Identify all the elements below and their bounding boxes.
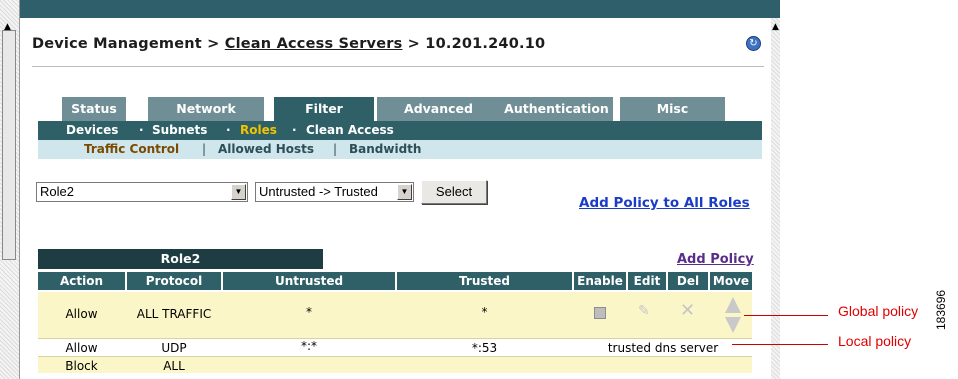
- direction-select-value: Untrusted -> Trusted: [259, 184, 378, 199]
- breadcrumb-link-clean-access-servers[interactable]: Clean Access Servers: [225, 36, 403, 52]
- subnav-item-traffic-control[interactable]: Traffic Control: [84, 142, 179, 156]
- add-policy-to-all-roles-link[interactable]: Add Policy to All Roles: [579, 195, 750, 211]
- column-header-untrusted: Untrusted: [223, 272, 395, 290]
- subnav-item-allowed-hosts[interactable]: Allowed Hosts: [218, 142, 314, 156]
- cell-description: trusted dns server: [607, 341, 719, 355]
- cell-trusted: *: [481, 305, 488, 319]
- divider: [32, 66, 764, 67]
- direction-select[interactable]: Untrusted -> Trusted ▼: [255, 182, 414, 202]
- left-scrollbar-thumb[interactable]: [2, 30, 16, 260]
- global-policy-callout-line: [744, 315, 828, 316]
- window-top-bar: [20, 0, 780, 18]
- tab-network[interactable]: Network: [148, 97, 264, 121]
- column-header-protocol: Protocol: [127, 272, 221, 290]
- subnav-item-clean-access[interactable]: Clean Access: [306, 123, 394, 137]
- subnav-separator: |: [202, 142, 207, 156]
- column-header-move: Move: [710, 272, 752, 290]
- cell-trusted: *:53: [471, 341, 498, 355]
- add-policy-link[interactable]: Add Policy: [677, 252, 754, 267]
- cell-action: Block: [65, 359, 98, 373]
- cell-untrusted: *: [306, 305, 312, 319]
- tab-status[interactable]: Status: [62, 97, 126, 121]
- subnav-separator: |: [333, 142, 338, 156]
- edit-icon[interactable]: ✎: [638, 303, 650, 319]
- scroll-up-arrow-icon[interactable]: ▲: [4, 22, 11, 32]
- delete-icon[interactable]: ✕: [680, 300, 695, 321]
- subnav-separator: ·: [292, 123, 297, 137]
- column-header-enable: Enable: [574, 272, 626, 290]
- move-arrows-icon[interactable]: [724, 296, 742, 334]
- role-table-title: Role2: [38, 249, 323, 269]
- select-button[interactable]: Select: [421, 180, 487, 204]
- cell-action: Allow: [65, 307, 98, 321]
- right-scrollbar[interactable]: [771, 18, 780, 379]
- cell-untrusted: *:*: [300, 339, 318, 353]
- breadcrumb-separator: >: [201, 36, 225, 52]
- cell-action: Allow: [65, 341, 98, 355]
- breadcrumb-separator: >: [402, 36, 426, 52]
- tab-advanced[interactable]: Advanced: [377, 97, 500, 121]
- chevron-down-icon[interactable]: ▼: [397, 184, 412, 200]
- column-header-trusted: Trusted: [397, 272, 572, 290]
- refresh-icon[interactable]: ↻: [746, 36, 761, 51]
- column-header-del: Del: [668, 272, 708, 290]
- breadcrumb: Device Management > Clean Access Servers…: [32, 36, 545, 52]
- cell-protocol: ALL TRAFFIC: [136, 307, 212, 321]
- column-header-action: Action: [38, 272, 125, 290]
- subnav-item-devices[interactable]: Devices: [66, 123, 118, 137]
- role-select-value: Role2: [40, 184, 74, 199]
- subnav-bar: [38, 121, 762, 140]
- column-header-edit: Edit: [628, 272, 666, 290]
- tab-filter[interactable]: Filter: [274, 97, 374, 121]
- cell-protocol: ALL: [163, 359, 185, 373]
- tab-misc[interactable]: Misc: [620, 97, 725, 121]
- cell-protocol: UDP: [161, 341, 187, 355]
- subnav-item-subnets[interactable]: Subnets: [152, 123, 207, 137]
- role-select[interactable]: Role2 ▼: [36, 182, 248, 202]
- local-policy-callout: Local policy: [838, 333, 912, 349]
- chevron-down-icon[interactable]: ▼: [231, 184, 246, 200]
- subnav-item-bandwidth[interactable]: Bandwidth: [349, 142, 421, 156]
- subnav-separator: ·: [226, 123, 231, 137]
- subnav-separator: ·: [139, 123, 144, 137]
- enable-checkbox[interactable]: [594, 307, 606, 319]
- breadcrumb-root: Device Management: [32, 36, 202, 52]
- breadcrumb-current: 10.201.240.10: [425, 36, 546, 52]
- tab-authentication[interactable]: Authentication: [500, 97, 613, 121]
- local-policy-callout-line: [732, 344, 828, 345]
- row-divider: [38, 338, 752, 339]
- global-policy-callout: Global policy: [838, 303, 919, 319]
- figure-number: 183696: [934, 289, 948, 330]
- subnav-item-roles[interactable]: Roles: [240, 123, 277, 137]
- scroll-up-arrow-icon[interactable]: ▲: [772, 22, 779, 32]
